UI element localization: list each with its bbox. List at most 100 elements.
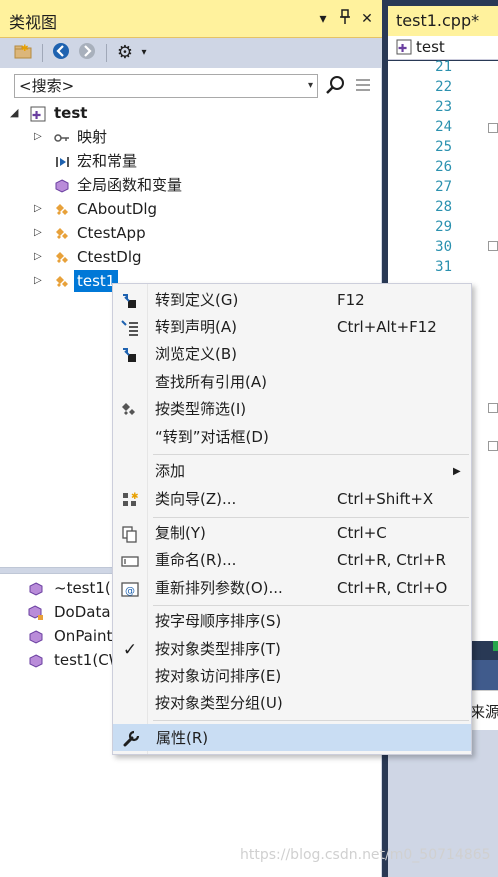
- menu-item-group-by-object-type[interactable]: 按对象类型分组(U): [113, 690, 471, 717]
- line-number: 28: [435, 199, 452, 215]
- close-icon[interactable]: ✕: [358, 9, 376, 29]
- menu-item-find-all-references[interactable]: 查找所有引用(A): [113, 369, 471, 396]
- status-indicator: [493, 641, 498, 651]
- menu-item-copy[interactable]: 复制(Y) Ctrl+C: [113, 520, 471, 547]
- project-icon: ✚: [396, 39, 412, 59]
- menu-item-go-to-dialog[interactable]: “转到”对话框(D): [113, 424, 471, 451]
- browse-definition-icon: [121, 346, 139, 364]
- key-icon: [54, 129, 70, 145]
- expand-icon[interactable]: ▷: [34, 269, 48, 293]
- rename-icon: [121, 552, 139, 570]
- scope-navigation-bar[interactable]: ✚ test: [388, 36, 498, 60]
- cube-icon: [54, 177, 70, 193]
- menu-item-add[interactable]: 添加 ▶: [113, 458, 471, 485]
- context-menu: 转到定义(G) F12 转到声明(A) Ctrl+Alt+F12 浏览定义(B)…: [112, 283, 472, 755]
- submenu-arrow-icon: ▶: [453, 466, 461, 477]
- settings-dropdown-icon[interactable]: ▾: [138, 42, 150, 64]
- line-number: 31: [435, 259, 452, 275]
- class-icon: [54, 273, 70, 289]
- search-icon[interactable]: [324, 74, 348, 98]
- tree-item-ctestdlg[interactable]: ▷ CtestDlg: [34, 245, 374, 269]
- line-number: 22: [435, 79, 452, 95]
- fold-toggle[interactable]: [488, 123, 498, 133]
- tree-item-macros[interactable]: 宏和常量: [34, 149, 374, 173]
- class-icon: [54, 201, 70, 217]
- forward-icon[interactable]: [76, 42, 98, 64]
- copy-icon: [121, 525, 139, 543]
- fold-toggle[interactable]: [488, 241, 498, 251]
- line-number: 26: [435, 159, 452, 175]
- macro-icon: [54, 153, 70, 169]
- line-number: 25: [435, 139, 452, 155]
- svg-text:✚: ✚: [398, 42, 407, 55]
- go-to-declaration-icon: [121, 319, 139, 337]
- member-label: OnPaint: [54, 627, 113, 645]
- menu-item-properties[interactable]: 属性(R): [113, 724, 471, 751]
- expand-icon[interactable]: ▷: [34, 245, 48, 269]
- class-view-title-bar: 类视图 ▾ ✕: [0, 0, 382, 38]
- pin-icon[interactable]: [336, 9, 354, 29]
- svg-text:✱: ✱: [131, 492, 139, 502]
- line-number: 21: [435, 59, 452, 75]
- search-input[interactable]: <搜索> ▾: [14, 74, 318, 98]
- gear-icon[interactable]: ⚙: [114, 42, 136, 64]
- class-icon: [54, 225, 70, 241]
- window-position-dropdown-icon[interactable]: ▾: [314, 9, 332, 29]
- project-icon: ✚: [30, 105, 46, 122]
- go-to-definition-icon: [121, 292, 139, 310]
- tree-item-maps[interactable]: ▷ 映射: [34, 125, 374, 149]
- method-icon: [28, 652, 44, 668]
- menu-item-sort-alphabetically[interactable]: 按字母顺序排序(S): [113, 608, 471, 635]
- line-number: 27: [435, 179, 452, 195]
- expand-icon[interactable]: ▷: [34, 125, 48, 149]
- menu-item-go-to-declaration[interactable]: 转到声明(A) Ctrl+Alt+F12: [113, 314, 471, 341]
- menu-item-filter-by-type[interactable]: 按类型筛选(I): [113, 396, 471, 423]
- search-placeholder: <搜索>: [19, 77, 75, 95]
- filter-icon[interactable]: [354, 76, 372, 96]
- bottom-panel-label: 来源: [470, 703, 498, 721]
- tree-item-globals[interactable]: 全局函数和变量: [34, 173, 374, 197]
- tree-item-label: test: [54, 104, 88, 122]
- expand-icon[interactable]: ▷: [34, 221, 48, 245]
- class-wizard-icon: ✱: [121, 491, 139, 509]
- expand-icon[interactable]: ▷: [34, 197, 48, 221]
- fold-toggle[interactable]: [488, 441, 498, 451]
- tree-item-test[interactable]: ◢ ✚ test: [10, 101, 370, 125]
- member-label: ~test1(): [54, 579, 117, 597]
- new-folder-icon[interactable]: ✱: [12, 42, 34, 64]
- member-label: DoData: [54, 603, 111, 621]
- tree-item-label: 全局函数和变量: [77, 176, 183, 194]
- reorder-parameters-icon: @: [121, 580, 139, 598]
- filter-by-type-icon: [121, 401, 139, 419]
- menu-item-browse-definition[interactable]: 浏览定义(B): [113, 341, 471, 368]
- svg-text:✱: ✱: [21, 44, 29, 54]
- chevron-down-icon[interactable]: ▾: [308, 75, 313, 97]
- class-icon: [54, 249, 70, 265]
- checkmark-icon: ✓: [122, 640, 138, 660]
- method-icon: [28, 628, 44, 644]
- back-icon[interactable]: [50, 42, 72, 64]
- collapse-icon[interactable]: ◢: [10, 101, 24, 125]
- menu-item-sort-by-object-access[interactable]: 按对象访问排序(E): [113, 663, 471, 690]
- tree-item-label: CtestDlg: [77, 248, 142, 266]
- menu-item-go-to-definition[interactable]: 转到定义(G) F12: [113, 287, 471, 314]
- class-view-title: 类视图: [9, 13, 58, 32]
- tree-item-label: CAboutDlg: [77, 200, 158, 218]
- tree-item-label: 宏和常量: [77, 152, 138, 170]
- tab-test1-cpp[interactable]: test1.cpp*: [388, 6, 498, 36]
- line-number: 24: [435, 119, 452, 135]
- menu-item-sort-by-object-type[interactable]: ✓ 按对象类型排序(T): [113, 636, 471, 663]
- class-view-toolbar: ✱ ⚙ ▾: [0, 38, 382, 68]
- menu-item-class-wizard[interactable]: ✱ 类向导(Z)... Ctrl+Shift+X: [113, 486, 471, 513]
- tree-item-label: 映射: [77, 128, 108, 146]
- tree-item-caboutdlg[interactable]: ▷ CAboutDlg: [34, 197, 374, 221]
- method-icon: [28, 580, 44, 596]
- menu-item-rename[interactable]: 重命名(R)... Ctrl+R, Ctrl+R: [113, 547, 471, 574]
- tree-item-ctestapp[interactable]: ▷ CtestApp: [34, 221, 374, 245]
- menu-item-reorder-parameters[interactable]: @ 重新排列参数(O)... Ctrl+R, Ctrl+O: [113, 575, 471, 602]
- scope-label: test: [416, 38, 445, 56]
- tab-title: test1.cpp*: [396, 11, 480, 30]
- tree-item-label: CtestApp: [77, 224, 146, 242]
- line-number: 23: [435, 99, 452, 115]
- fold-toggle[interactable]: [488, 403, 498, 413]
